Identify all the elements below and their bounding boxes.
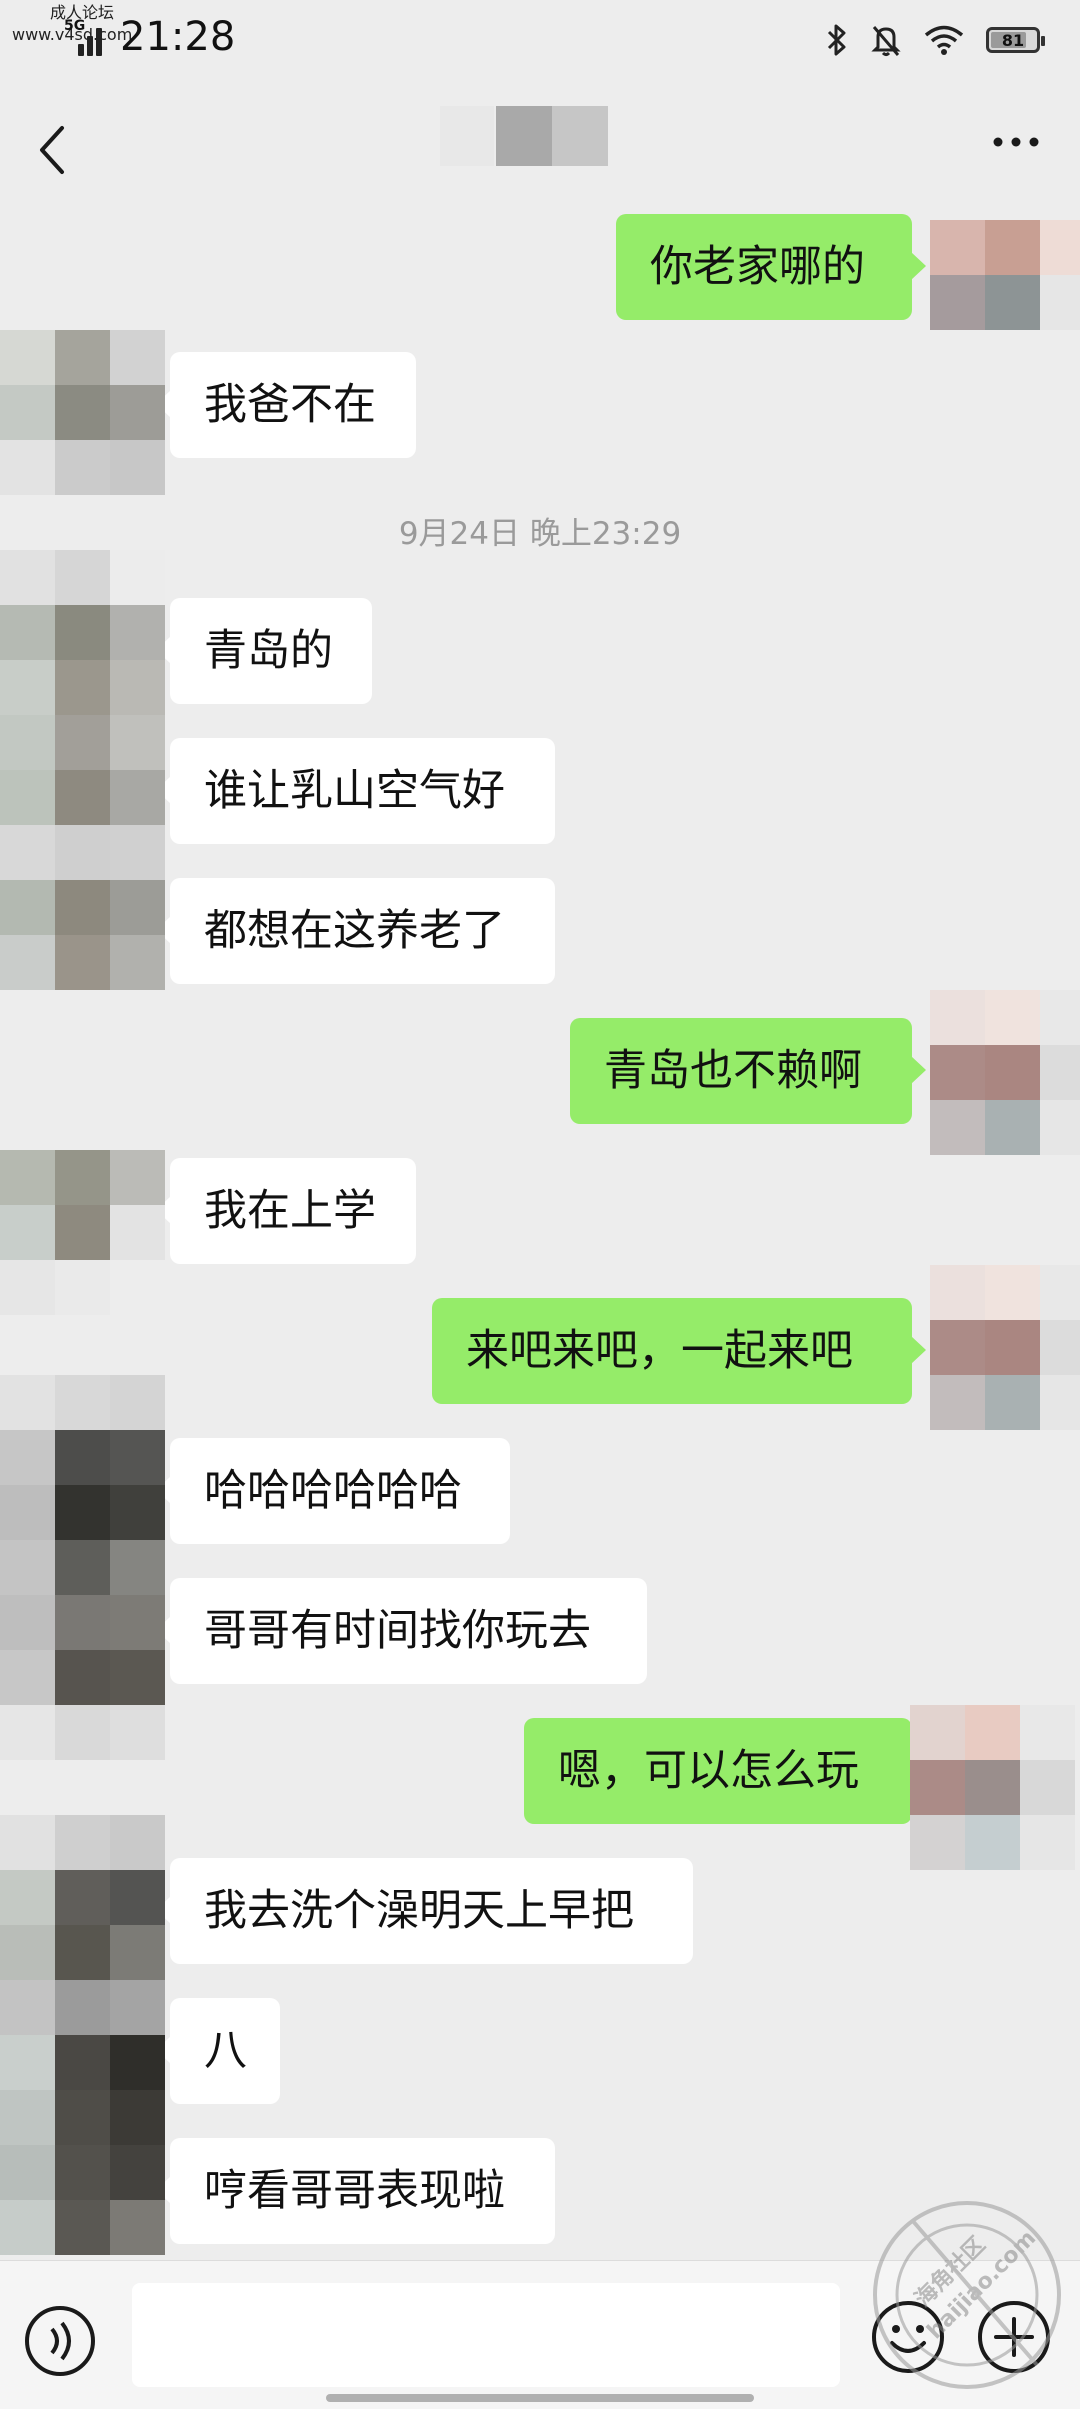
home-indicator[interactable]	[326, 2394, 754, 2402]
message-bubble-incoming[interactable]: 八	[156, 1998, 280, 2104]
status-icons: 81	[826, 20, 1045, 60]
wifi-icon	[924, 25, 964, 55]
message-bubble-incoming[interactable]: 哥哥有时间找你玩去	[156, 1578, 647, 1684]
message-bubble-incoming[interactable]: 哈哈哈哈哈哈	[156, 1438, 510, 1544]
chat-header	[0, 80, 1080, 216]
message-bubble-incoming[interactable]: 我去洗个澡明天上早把	[156, 1858, 693, 1964]
message-bubble-outgoing[interactable]: 嗯，可以怎么玩	[524, 1718, 926, 1824]
message-bubble-outgoing[interactable]: 你老家哪的	[616, 214, 926, 320]
battery-level: 81	[1001, 31, 1025, 50]
avatar-self[interactable]	[930, 220, 1080, 330]
avatar-self[interactable]	[930, 1265, 1080, 1430]
message-bubble-incoming[interactable]: 我在上学	[156, 1158, 416, 1264]
network-type: 5G	[64, 18, 86, 34]
mute-bell-icon	[871, 26, 901, 56]
message-bubble-incoming[interactable]: 青岛的	[156, 598, 372, 704]
back-button[interactable]	[30, 120, 80, 180]
message-bubble-incoming[interactable]: 谁让乳山空气好	[156, 738, 555, 844]
avatar-contact[interactable]	[0, 1375, 200, 1760]
voice-icon	[25, 2306, 95, 2376]
message-bubble-incoming[interactable]: 我爸不在	[156, 352, 416, 458]
message-bubble-outgoing[interactable]: 青岛也不赖啊	[570, 1018, 926, 1124]
message-bubble-incoming[interactable]: 都想在这养老了	[156, 878, 555, 984]
avatar-contact[interactable]	[0, 1150, 165, 1315]
message-bubble-incoming[interactable]: 哼看哥哥表现啦	[156, 2138, 555, 2244]
avatar-self[interactable]	[910, 1705, 1075, 1870]
avatar-contact[interactable]	[0, 550, 165, 990]
chevron-left-icon	[40, 126, 64, 174]
chat-title-redacted	[440, 106, 610, 166]
avatar-self[interactable]	[930, 990, 1080, 1155]
chat-timestamp: 9月24日 晚上23:29	[398, 516, 682, 552]
bluetooth-icon	[827, 24, 846, 56]
message-input[interactable]	[132, 2283, 840, 2387]
more-options-button[interactable]	[986, 120, 1046, 170]
ellipsis-icon	[993, 137, 1039, 147]
site-watermark-stamp: 海角社区 haijiao.com	[862, 2190, 1072, 2400]
signal-icon: 5G	[64, 18, 112, 56]
avatar-contact[interactable]	[0, 1815, 180, 2260]
avatar-contact[interactable]	[0, 330, 165, 495]
message-bubble-outgoing[interactable]: 来吧来吧，一起来吧	[432, 1298, 926, 1404]
voice-button[interactable]	[22, 2303, 98, 2379]
battery-icon: 81	[986, 27, 1045, 53]
status-time: 21:28	[120, 14, 236, 60]
status-bar: 成人论坛 www.v4sd.com 5G 21:28 81	[0, 0, 1080, 80]
